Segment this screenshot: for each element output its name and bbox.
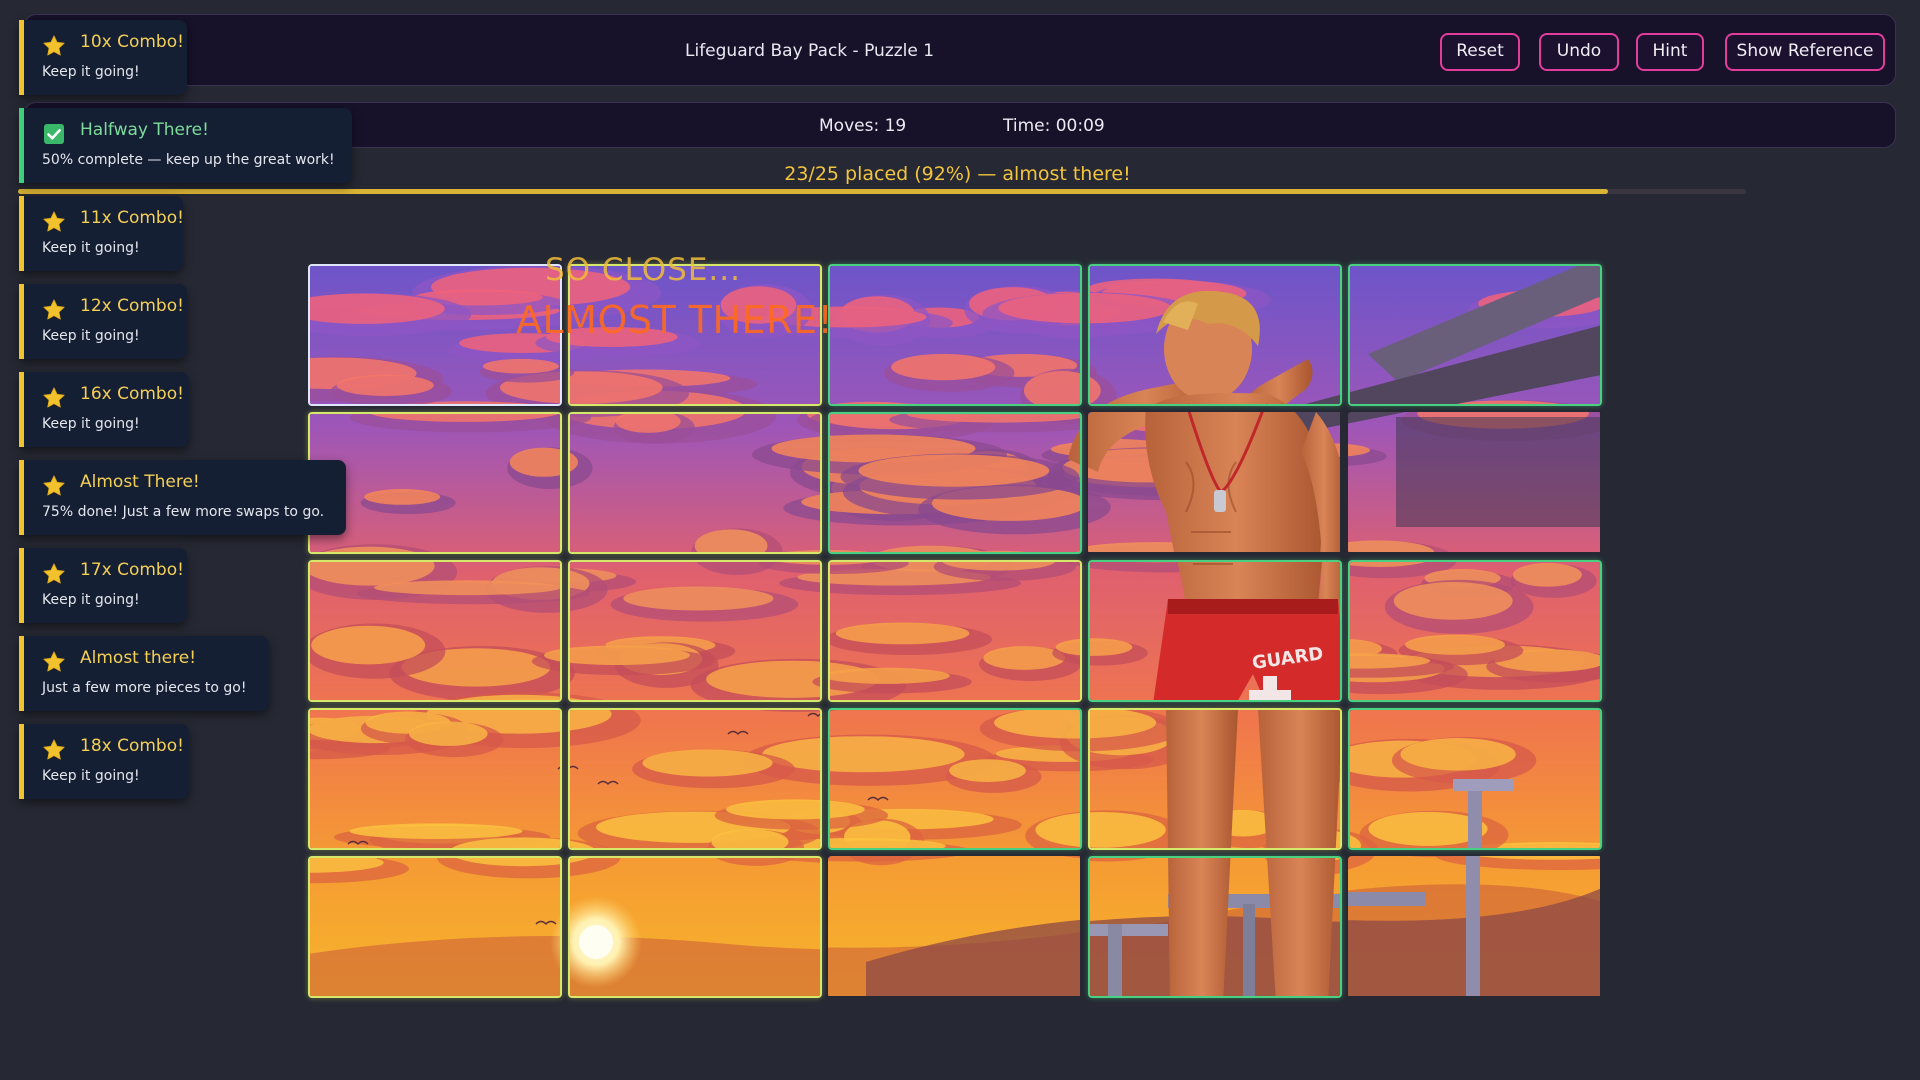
star-icon (42, 210, 66, 234)
toast-message: Keep it going! (42, 240, 140, 256)
puzzle-tile[interactable]: GUARD (828, 264, 1082, 406)
toast-notification: Almost there! Just a few more pieces to g… (19, 636, 269, 711)
toast-message: 50% complete — keep up the great work! (42, 152, 335, 168)
toast-message: Just a few more pieces to go! (42, 680, 246, 696)
puzzle-tile[interactable]: GUARD (1088, 560, 1342, 702)
toast-title: 16x Combo! (80, 384, 184, 404)
toast-message: Keep it going! (42, 592, 140, 608)
puzzle-tile[interactable]: GUARD (568, 856, 822, 998)
hint-button[interactable]: Hint (1636, 33, 1704, 71)
star-icon (42, 386, 66, 410)
puzzle-tile[interactable]: GUARD (1088, 856, 1342, 998)
toast-message: Keep it going! (42, 416, 140, 432)
star-icon (42, 474, 66, 498)
toast-notification: Almost There! 75% done! Just a few more s… (19, 460, 346, 535)
toast-message: Keep it going! (42, 328, 140, 344)
timer: Time: 00:09 (1003, 103, 1105, 149)
toast-notification: 10x Combo! Keep it going! (19, 20, 187, 95)
toast-title: 10x Combo! (80, 32, 184, 52)
almost-there-overlay: ALMOST THERE! (516, 298, 833, 342)
puzzle-title: Lifeguard Bay Pack - Puzzle 1 (685, 15, 934, 87)
star-icon (42, 562, 66, 586)
toast-notification: 18x Combo! Keep it going! (19, 724, 189, 799)
star-icon (42, 298, 66, 322)
toast-notification: 11x Combo! Keep it going! (19, 196, 183, 271)
puzzle-tile[interactable]: GUARD (1348, 412, 1602, 554)
star-icon (42, 650, 66, 674)
top-toolbar: Lifeguard Bay Pack - Puzzle 1 Reset Undo… (24, 14, 1896, 86)
check-icon (42, 122, 66, 146)
toast-message: 75% done! Just a few more swaps to go. (42, 504, 324, 520)
puzzle-tile[interactable]: GUARD (568, 560, 822, 702)
toast-notification: 12x Combo! Keep it going! (19, 284, 187, 359)
toast-message: Keep it going! (42, 64, 140, 80)
puzzle-tile[interactable]: GUARD (1348, 708, 1602, 850)
puzzle-tile[interactable]: GUARD (1088, 412, 1342, 554)
puzzle-tile[interactable]: GUARD (828, 412, 1082, 554)
puzzle-tile[interactable]: GUARD (1348, 264, 1602, 406)
undo-button[interactable]: Undo (1539, 33, 1619, 71)
toast-title: Halfway There! (80, 120, 209, 140)
puzzle-tile[interactable]: GUARD (828, 560, 1082, 702)
puzzle-tile[interactable]: GUARD (308, 708, 562, 850)
toast-title: 12x Combo! (80, 296, 184, 316)
toast-title: 17x Combo! (80, 560, 184, 580)
progress-bar (18, 189, 1746, 194)
toast-message: Keep it going! (42, 768, 140, 784)
toast-title: 18x Combo! (80, 736, 184, 756)
toast-notification: Halfway There! 50% complete — keep up the… (19, 108, 352, 183)
toast-title: 11x Combo! (80, 208, 184, 228)
toast-title: Almost There! (80, 472, 200, 492)
puzzle-tile[interactable]: GUARD (1088, 708, 1342, 850)
toast-notification: 17x Combo! Keep it going! (19, 548, 187, 623)
toast-title: Almost there! (80, 648, 196, 668)
star-icon (42, 34, 66, 58)
puzzle-tile[interactable]: GUARD (828, 856, 1082, 998)
show-reference-button[interactable]: Show Reference (1725, 33, 1885, 71)
puzzle-tile[interactable]: GUARD (828, 708, 1082, 850)
puzzle-tile[interactable]: GUARD (568, 412, 822, 554)
so-close-overlay: SO CLOSE... (545, 252, 741, 288)
puzzle-tile[interactable]: GUARD (308, 560, 562, 702)
reset-button[interactable]: Reset (1440, 33, 1520, 71)
puzzle-tile[interactable]: GUARD (1088, 264, 1342, 406)
moves-counter: Moves: 19 (819, 103, 906, 149)
puzzle-board: GUARDGUARDGUARDGUARDGUARDGUARDGUARDGUARD… (308, 264, 1606, 1004)
puzzle-tile[interactable]: GUARD (568, 708, 822, 850)
progress-fill (18, 189, 1608, 194)
puzzle-tile[interactable]: GUARD (1348, 856, 1602, 998)
toast-notification: 16x Combo! Keep it going! (19, 372, 189, 447)
star-icon (42, 738, 66, 762)
puzzle-tile[interactable]: GUARD (308, 412, 562, 554)
puzzle-tile[interactable]: GUARD (308, 856, 562, 998)
puzzle-tile[interactable]: GUARD (1348, 560, 1602, 702)
